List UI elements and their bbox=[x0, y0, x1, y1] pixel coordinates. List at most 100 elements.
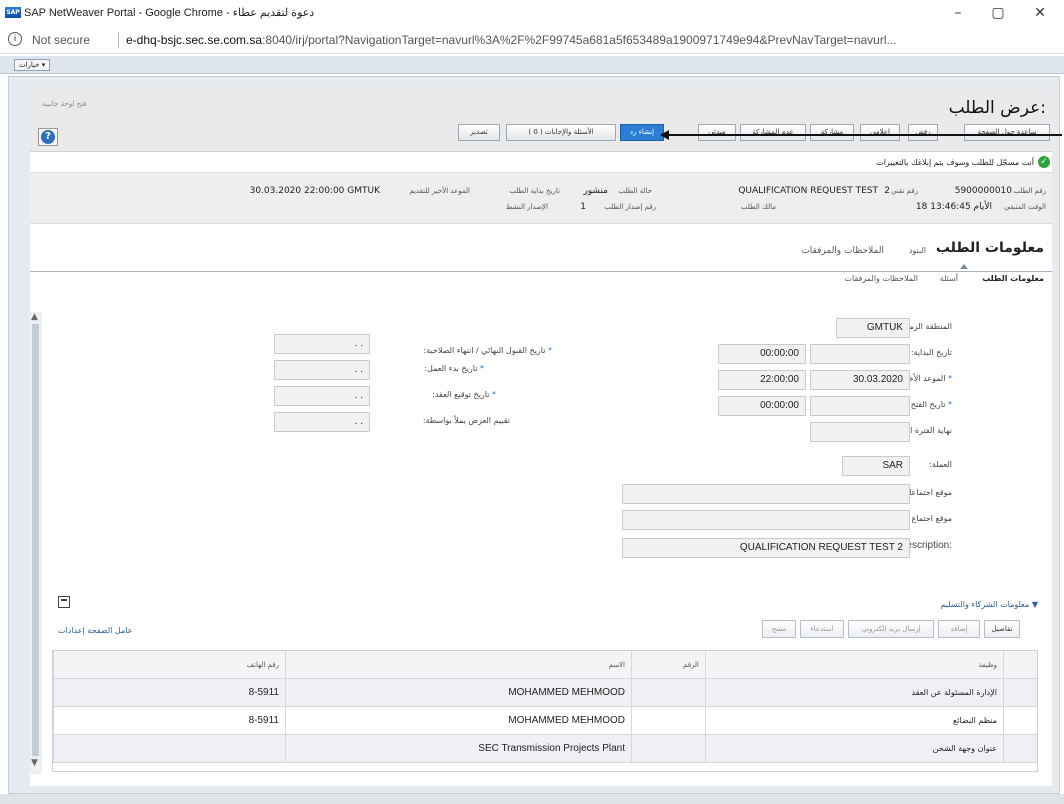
not-participate-button[interactable]: عدم المشاركة bbox=[740, 124, 806, 141]
export-button[interactable]: تصدير bbox=[458, 124, 500, 141]
add-button[interactable]: إضافة bbox=[938, 620, 980, 638]
window-title: SAP NetWeaver Portal - Google Chrome - د… bbox=[24, 7, 315, 19]
cell-phone bbox=[53, 735, 285, 763]
info-icon[interactable]: i bbox=[8, 32, 22, 46]
contract-sign-field[interactable]: . . bbox=[274, 386, 370, 406]
tech-no-label: رقم تقني bbox=[890, 187, 918, 195]
cell-name: MOHAMMED MEHMOOD bbox=[285, 707, 631, 735]
active-version-label: الإصدار النشط bbox=[505, 203, 548, 211]
main-tabs: معلومات الطلب البنود الملاحظات والمرفقات bbox=[30, 232, 1052, 272]
row-selector-header[interactable] bbox=[1003, 651, 1037, 679]
open-date-field[interactable] bbox=[810, 396, 910, 416]
minimize-icon[interactable]: – bbox=[942, 2, 974, 24]
portal-top-strip: خيارات ▾ bbox=[0, 56, 1064, 74]
evaluation-field[interactable]: . . bbox=[274, 412, 370, 432]
url-text[interactable]: e-dhq-bsjc.sec.se.com.sa:8040/irj/portal… bbox=[126, 33, 1056, 47]
partners-section-title[interactable]: ▼ معلومات الشركاء والتسليم bbox=[940, 600, 1038, 609]
close-icon[interactable]: ✕ bbox=[1024, 2, 1056, 24]
cell-name: SEC Transmission Projects Plant bbox=[285, 735, 631, 763]
help-button[interactable]: ? bbox=[38, 128, 58, 146]
final-acceptance-field[interactable]: . . bbox=[274, 334, 370, 354]
page-settings-link[interactable]: عامل الصفحة إعدادات bbox=[58, 626, 132, 635]
create-response-button[interactable]: إنشاء رد bbox=[620, 124, 664, 141]
table-header-row: وظيفة الرقم الاسم رقم الهاتف bbox=[53, 651, 1037, 679]
cell-number bbox=[631, 679, 705, 707]
scroll-down-icon[interactable]: ▼ bbox=[31, 758, 38, 768]
owner-label: مالك الطلب bbox=[740, 203, 776, 211]
address-separator bbox=[118, 32, 119, 48]
scroll-thumb[interactable] bbox=[32, 324, 39, 756]
open-time-field[interactable]: 00:00:00 bbox=[718, 396, 806, 416]
partners-table: وظيفة الرقم الاسم رقم الهاتف الإدارة الم… bbox=[52, 650, 1038, 772]
status-value: منشور bbox=[583, 186, 608, 196]
expanded-triangle-icon: ▼ bbox=[1029, 600, 1038, 609]
page-header: عرض الطلب: فتح لوحة جانبية ساعدة حول الص… bbox=[30, 90, 1052, 152]
scroll-up-icon[interactable]: ▲ bbox=[31, 312, 38, 322]
page-help-button[interactable]: ساعدة حول الصفحة bbox=[964, 124, 1050, 141]
start-meeting-field[interactable] bbox=[622, 510, 910, 530]
clear-button[interactable]: مسح bbox=[762, 620, 796, 638]
success-message: ✓ أنت مسجّل للطلب وسوف يتم إبلاغك بالتغي… bbox=[876, 154, 1050, 170]
deadline-time-field[interactable]: 22:00:00 bbox=[718, 370, 806, 390]
subtab-notes[interactable]: الملاحظات والمرفقات bbox=[845, 274, 918, 283]
inform-button[interactable]: إعلامي bbox=[860, 124, 900, 141]
currency-label: العملة: bbox=[929, 460, 952, 469]
tab-notes[interactable]: الملاحظات والمرفقات bbox=[801, 246, 884, 256]
column-header-function[interactable]: وظيفة bbox=[705, 651, 1003, 679]
tab-request-info[interactable]: معلومات الطلب bbox=[936, 240, 1044, 256]
security-label[interactable]: Not secure bbox=[32, 33, 90, 47]
recall-button[interactable]: استدعاء bbox=[800, 620, 844, 638]
start-date-label: تاريخ البداية: bbox=[910, 348, 952, 357]
subtab-questions[interactable]: أسئلة bbox=[940, 274, 958, 283]
currency-field[interactable]: SAR bbox=[842, 456, 910, 476]
row-selector[interactable] bbox=[1003, 707, 1037, 735]
annotation-arrowhead bbox=[660, 130, 669, 140]
column-header-number[interactable]: الرقم bbox=[631, 651, 705, 679]
request-summary: رقم الطلب 5900000010 رقم تقني 2 QUALIFIC… bbox=[30, 172, 1052, 224]
reject-button[interactable]: رفض bbox=[908, 124, 938, 141]
row-selector[interactable] bbox=[1003, 679, 1037, 707]
qa-button[interactable]: الأسئلة والإجابات ( 0 ) bbox=[506, 124, 616, 141]
address-bar[interactable]: i Not secure e-dhq-bsjc.sec.se.com.sa:80… bbox=[0, 26, 1064, 54]
cell-number bbox=[631, 735, 705, 763]
side-panel-link[interactable]: فتح لوحة جانبية bbox=[42, 100, 87, 108]
maximize-icon[interactable]: ▢ bbox=[982, 2, 1014, 24]
opening-location-field[interactable] bbox=[622, 484, 910, 504]
arabic-desc-field[interactable]: QUALIFICATION REQUEST TEST 2 bbox=[622, 538, 910, 558]
column-header-phone[interactable]: رقم الهاتف bbox=[53, 651, 285, 679]
cell-function: الإدارة المسئولة عن العقد bbox=[705, 679, 1003, 707]
deadline-date-field[interactable]: 30.03.2020 bbox=[810, 370, 910, 390]
participate-button[interactable]: مشاركة bbox=[810, 124, 854, 141]
status-label: حالة الطلب bbox=[618, 187, 652, 195]
cell-function: منظم البضائع bbox=[705, 707, 1003, 735]
work-start-field[interactable]: . . bbox=[274, 360, 370, 380]
request-no-value: 5900000010 bbox=[954, 186, 1012, 196]
annotation-arrow bbox=[666, 134, 1062, 136]
tech-no-value: 2 bbox=[884, 186, 890, 196]
column-header-name[interactable]: الاسم bbox=[285, 651, 631, 679]
table-row[interactable]: منظم البضائع MOHAMMED MEHMOOD 8-5911 bbox=[53, 707, 1037, 735]
request-name-value: QUALIFICATION REQUEST TEST bbox=[738, 186, 878, 196]
details-button[interactable]: تفاصيل bbox=[984, 620, 1020, 638]
page-title: عرض الطلب: bbox=[948, 98, 1046, 118]
options-button[interactable]: خيارات ▾ bbox=[14, 59, 51, 71]
send-email-button[interactable]: إرسال بريد إلكتروني bbox=[848, 620, 934, 638]
sap-logo-icon: SAP bbox=[5, 7, 21, 18]
table-row[interactable]: الإدارة المسئولة عن العقد MOHAMMED MEHMO… bbox=[53, 679, 1037, 707]
tab-items[interactable]: البنود bbox=[909, 246, 926, 255]
start-date-field[interactable] bbox=[810, 344, 910, 364]
work-start-label: * تاريخ بدء العمل: bbox=[424, 364, 484, 373]
tentative-button[interactable]: مبدئي bbox=[698, 124, 736, 141]
deadline-value: 30.03.2020 22:00:00 GMTUK bbox=[249, 186, 380, 196]
binding-period-field[interactable] bbox=[810, 422, 910, 442]
timezone-field[interactable]: GMTUK bbox=[836, 318, 910, 338]
row-selector[interactable] bbox=[1003, 735, 1037, 763]
vertical-scrollbar[interactable]: ▲ ▼ bbox=[30, 312, 42, 774]
deadline-label: الموعد الأخير للتقديم bbox=[409, 187, 470, 195]
remaining-label: الوقت المتبقي bbox=[1004, 203, 1046, 211]
table-row[interactable]: عنوان وجهة الشحن SEC Transmission Projec… bbox=[53, 735, 1037, 763]
collapse-icon[interactable] bbox=[58, 596, 70, 608]
version-value: 1 bbox=[580, 202, 586, 212]
start-time-field[interactable]: 00:00:00 bbox=[718, 344, 806, 364]
subtab-request-info[interactable]: معلومات الطلب bbox=[982, 274, 1044, 283]
